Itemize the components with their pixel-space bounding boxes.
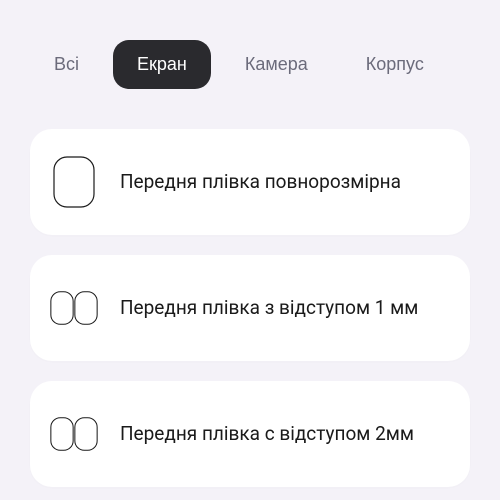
tab-all[interactable]: Всі bbox=[30, 40, 103, 89]
option-front-1mm[interactable]: Передня плівка з відступом 1 мм bbox=[30, 255, 470, 361]
option-front-full[interactable]: Передня плівка повнорозмірна bbox=[30, 129, 470, 235]
film-double-icon bbox=[50, 280, 98, 336]
option-front-2mm[interactable]: Передня плівка с відступом 2мм bbox=[30, 381, 470, 487]
option-list: Передня плівка повнорозмірна Передня плі… bbox=[30, 129, 470, 487]
option-label: Передня плівка з відступом 1 мм bbox=[120, 295, 418, 321]
film-single-icon bbox=[50, 154, 98, 210]
option-label: Передня плівка с відступом 2мм bbox=[120, 421, 414, 447]
tab-camera[interactable]: Камера bbox=[221, 40, 332, 89]
filter-tabs: Всі Екран Камера Корпус bbox=[30, 40, 470, 89]
tab-case[interactable]: Корпус bbox=[342, 40, 448, 89]
tab-screen[interactable]: Екран bbox=[113, 40, 211, 89]
film-double-icon bbox=[50, 406, 98, 462]
option-label: Передня плівка повнорозмірна bbox=[120, 169, 401, 195]
